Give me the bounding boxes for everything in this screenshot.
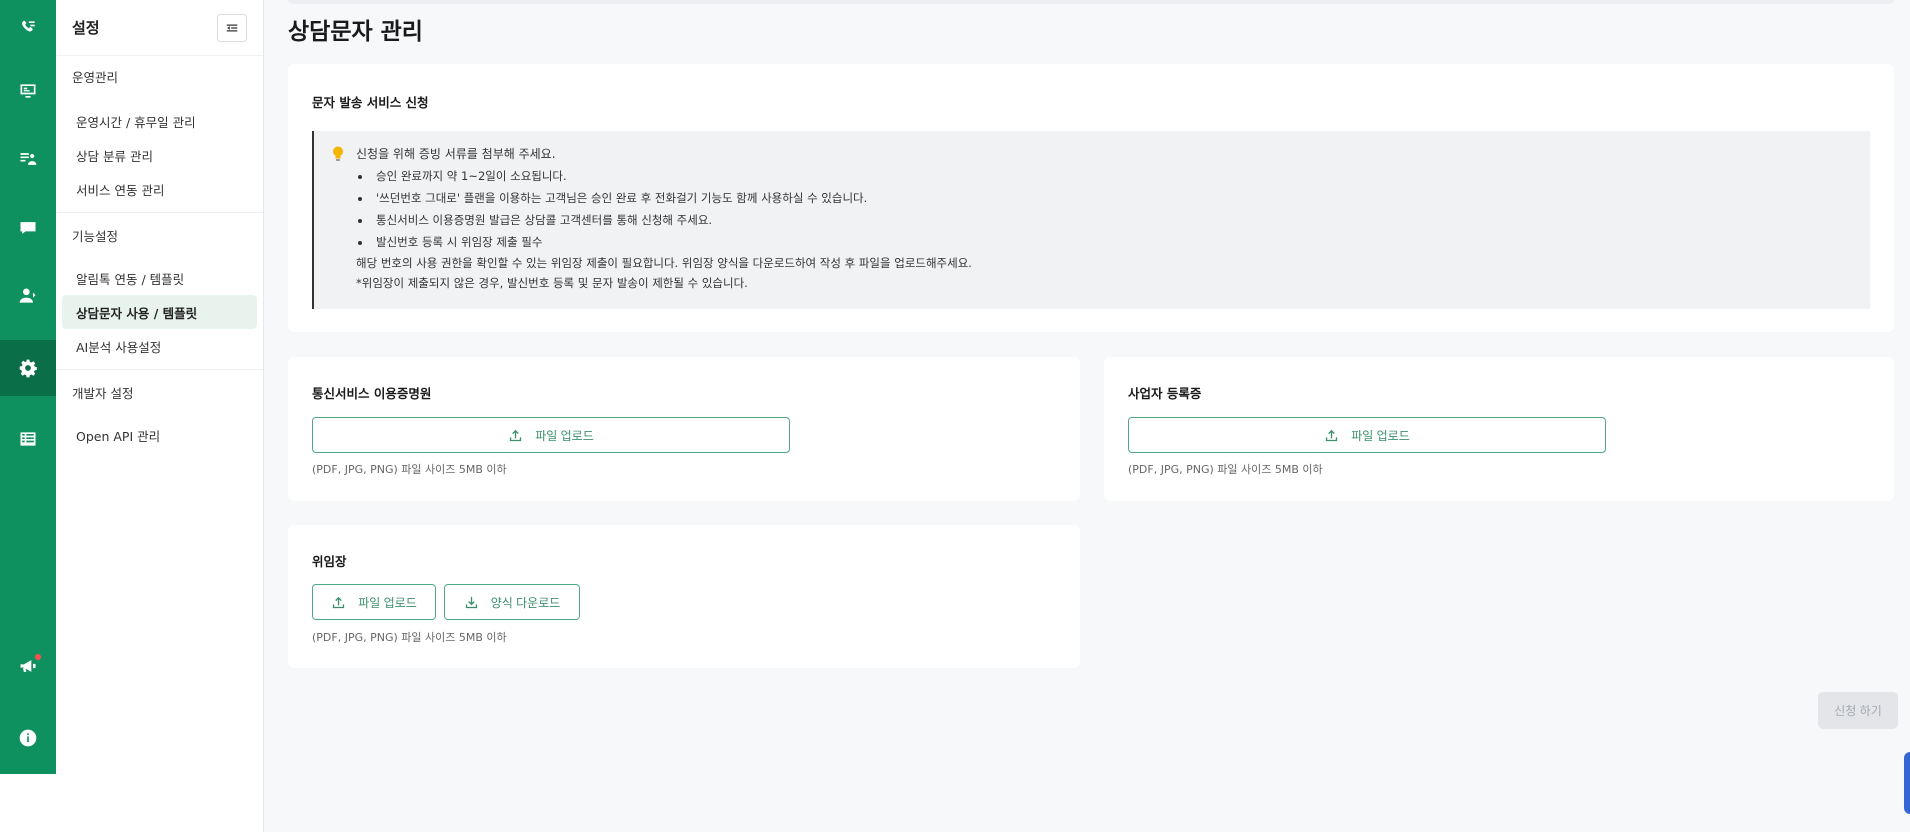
notice-warning: *위임장이 제출되지 않은 경우, 발신번호 등록 및 문자 발송이 제한될 수… <box>356 276 748 290</box>
upload-button-label: 파일 업로드 <box>358 595 417 610</box>
download-button-label: 양식 다운로드 <box>490 595 561 610</box>
notice-footnote: 해당 번호의 사용 권한을 확인할 수 있는 위임장 제출이 필요합니다. 위임… <box>356 256 972 270</box>
gear-icon <box>19 359 37 378</box>
upload-icon <box>1326 429 1338 441</box>
settings-sidebar: 설정 운영관리 운영시간 / 휴무일 관리 상담 분류 관리 서비스 연동 관리… <box>56 0 264 832</box>
rail-item-settings[interactable] <box>0 340 56 396</box>
message-icon <box>20 222 36 234</box>
sidebar-collapse-button[interactable] <box>217 13 247 42</box>
sidebar-section-operations: 운영관리 운영시간 / 휴무일 관리 상담 분류 관리 서비스 연동 관리 <box>56 56 263 213</box>
sidebar-item-ai-analysis[interactable]: AI분석 사용설정 <box>62 329 257 363</box>
table-icon <box>20 432 36 446</box>
notice-lead: 신청을 위해 증빙 서류를 첨부해 주세요. <box>330 143 1854 165</box>
notice-bullet: 승인 완료까지 약 1~2일이 소요됩니다. <box>372 165 1854 187</box>
proxy-upload-button[interactable]: 파일 업로드 <box>312 584 436 620</box>
notice-bullet: 통신서비스 이용증명원 발급은 상담콜 고객센터를 통해 신청해 주세요. <box>372 209 1854 231</box>
upload-hint: (PDF, JPG, PNG) 파일 사이즈 5MB 이하 <box>312 631 507 644</box>
download-icon <box>465 596 477 608</box>
sidebar-item-operating-hours[interactable]: 운영시간 / 휴무일 관리 <box>62 104 257 138</box>
rail-item-table[interactable] <box>0 411 56 467</box>
collapse-menu-icon <box>226 24 238 31</box>
main-content: 상담문자 관리 문자 발송 서비스 신청 신청을 위해 증빙 서류를 첨부해 주… <box>264 0 1910 832</box>
business-upload-button[interactable]: 파일 업로드 <box>1128 417 1606 453</box>
card-title: 문자 발송 서비스 신청 <box>312 95 429 110</box>
info-icon <box>19 729 37 747</box>
sidebar-item-consult-category[interactable]: 상담 분류 관리 <box>62 138 257 172</box>
sidebar-item-sms-template[interactable]: 상담문자 사용 / 템플릿 <box>62 295 257 329</box>
sidebar-section-title: 개발자 설정 <box>72 385 134 401</box>
notice-bullet: '쓰던번호 그대로' 플랜을 이용하는 고객님은 승인 완료 후 전화걸기 기능… <box>372 187 1854 209</box>
business-registration-card: 사업자 등록증 파일 업로드 (PDF, JPG, PNG) 파일 사이즈 5M… <box>1104 357 1894 501</box>
notice-box: 신청을 위해 증빙 서류를 첨부해 주세요. 승인 완료까지 약 1~2일이 소… <box>312 131 1870 309</box>
sidebar-item-alimtalk-template[interactable]: 알림톡 연동 / 템플릿 <box>62 261 257 295</box>
rail-item-user[interactable] <box>0 268 56 324</box>
rail-item-user-list[interactable] <box>0 131 56 187</box>
top-strip <box>288 0 1894 4</box>
call-list-icon <box>21 20 35 32</box>
upload-hint: (PDF, JPG, PNG) 파일 사이즈 5MB 이하 <box>312 463 507 476</box>
sidebar-item-open-api[interactable]: Open API 관리 <box>62 418 257 452</box>
proxy-letter-card: 위임장 파일 업로드 양식 다운로드 (PDF, JPG, PNG) 파일 사이… <box>288 525 1080 668</box>
rail-item-monitor[interactable] <box>0 63 56 119</box>
rail-item-announcements[interactable] <box>0 638 56 694</box>
notice-bullet: 발신번호 등록 시 위임장 제출 필수 <box>372 231 1854 253</box>
proxy-template-download-button[interactable]: 양식 다운로드 <box>444 584 580 620</box>
card-title: 통신서비스 이용증명원 <box>312 386 432 401</box>
upload-icon <box>333 596 345 608</box>
sidebar-section-developer: 개발자 설정 Open API 관리 <box>56 370 263 458</box>
monitor-icon <box>20 84 36 98</box>
sidebar-section-title: 기능설정 <box>72 228 119 244</box>
sidebar-section-title: 운영관리 <box>72 69 119 85</box>
upload-button-label: 파일 업로드 <box>535 428 594 443</box>
notice-lead-text: 신청을 위해 증빙 서류를 첨부해 주세요. <box>356 147 556 161</box>
page-title: 상담문자 관리 <box>288 19 423 45</box>
card-title: 위임장 <box>312 554 347 569</box>
telecom-certificate-card: 통신서비스 이용증명원 파일 업로드 (PDF, JPG, PNG) 파일 사이… <box>288 357 1080 501</box>
upload-icon <box>510 429 522 441</box>
sidebar-title: 설정 <box>72 19 100 37</box>
notice-bullets: 승인 완료까지 약 1~2일이 소요됩니다. '쓰던번호 그대로' 플랜을 이용… <box>372 165 1854 253</box>
upload-hint: (PDF, JPG, PNG) 파일 사이즈 5MB 이하 <box>1128 463 1323 476</box>
icon-rail <box>0 0 56 774</box>
submit-request-button[interactable]: 신청 하기 <box>1818 692 1898 729</box>
sidebar-item-service-integration[interactable]: 서비스 연동 관리 <box>62 172 257 206</box>
sms-service-request-card: 문자 발송 서비스 신청 신청을 위해 증빙 서류를 첨부해 주세요. 승인 완… <box>288 64 1894 332</box>
rail-item-message[interactable] <box>0 200 56 256</box>
upload-button-label: 파일 업로드 <box>1351 428 1410 443</box>
rail-item-info[interactable] <box>0 710 56 766</box>
user-list-icon <box>20 153 37 165</box>
lightbulb-icon <box>330 145 346 163</box>
notification-badge <box>35 654 41 660</box>
card-title: 사업자 등록증 <box>1128 386 1202 401</box>
sidebar-header: 설정 <box>56 0 263 56</box>
user-icon <box>19 288 36 303</box>
sidebar-section-features: 기능설정 알림톡 연동 / 템플릿 상담문자 사용 / 템플릿 AI분석 사용설… <box>56 213 263 370</box>
telecom-upload-button[interactable]: 파일 업로드 <box>312 417 790 453</box>
rail-item-call-list[interactable] <box>0 0 56 56</box>
side-widget-tab[interactable] <box>1904 752 1910 814</box>
